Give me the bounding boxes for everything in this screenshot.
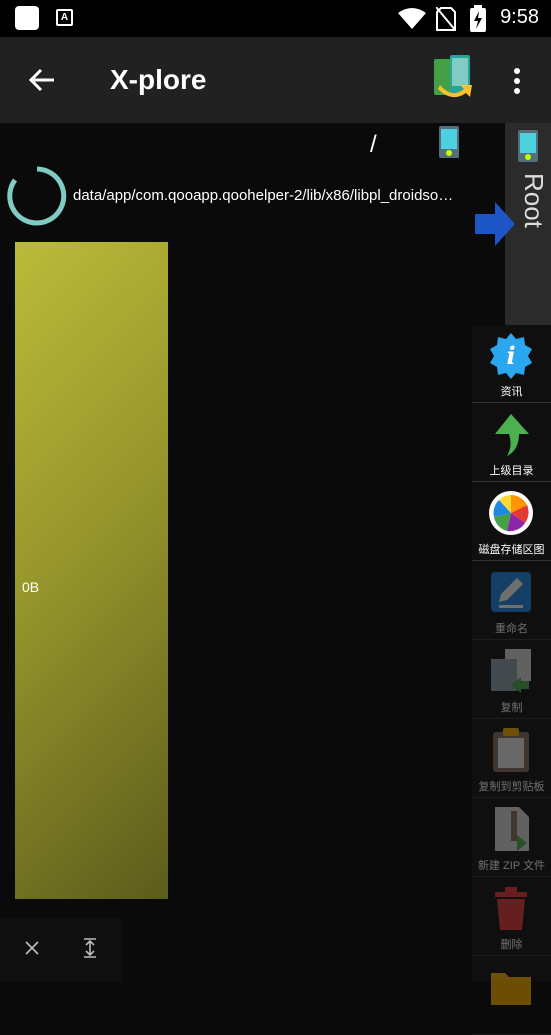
menu-item-label: 复制到剪贴板 [478,781,545,793]
app-bar: X-plore [0,37,551,123]
app-notification-icon [15,6,39,30]
zip-icon [495,807,529,851]
menu-item-folder[interactable] [472,957,551,1035]
panel-switch-icon[interactable] [430,55,474,103]
menu-item-copy[interactable]: 复制 [472,641,551,719]
root-path-separator[interactable]: / [370,131,377,159]
no-sim-icon [436,7,456,31]
menu-item-info[interactable]: i 资讯 [472,325,551,403]
copy-icon [491,649,531,693]
menu-item-new-zip[interactable]: 新建 ZIP 文件 [472,799,551,877]
up-arrow-icon [495,414,529,456]
device-icon[interactable] [438,125,460,159]
close-icon[interactable] [22,938,42,958]
menu-item-parent-dir[interactable]: 上级目录 [472,404,551,482]
menu-item-rename[interactable]: 重命名 [472,562,551,640]
info-icon: i [490,333,532,379]
status-bar: A 9:58 [0,0,551,37]
menu-item-label: 资讯 [500,386,523,398]
menu-item-disk-map[interactable]: 磁盘存储区图 [472,483,551,561]
battery-charging-icon [470,5,486,32]
rename-icon [491,572,531,612]
file-pane: / data/app/com.qooapp.qoohelper-2/lib/x8… [0,123,472,982]
bottom-toolbar [0,918,122,982]
arrow-right-icon[interactable] [473,200,517,248]
menu-item-label: 重命名 [495,623,528,635]
storage-usage-bar[interactable]: 0B [15,242,168,899]
more-options-icon[interactable] [508,67,526,95]
menu-item-label: 删除 [500,939,523,951]
wifi-icon [398,8,426,29]
menu-item-delete[interactable]: 删除 [472,878,551,956]
trash-icon [495,887,527,930]
clock: 9:58 [500,6,539,28]
expand-icon[interactable] [80,937,100,959]
storage-size-label: 0B [22,579,40,595]
side-menu: i 资讯 上级目录 磁盘存储区图 重命名 复制 复制到剪贴板 新建 ZIP 文件… [472,325,551,1035]
menu-item-label: 新建 ZIP 文件 [477,860,546,872]
progress-spinner-icon [7,166,67,226]
menu-item-label: 磁盘存储区图 [478,544,545,556]
device-icon [518,130,538,162]
menu-item-label: 复制 [500,702,523,714]
scanning-path: data/app/com.qooapp.qoohelper-2/lib/x86/… [73,187,454,204]
menu-item-label: 上级目录 [489,465,534,477]
clipboard-icon [493,728,529,772]
folder-icon [491,973,531,1005]
back-arrow-icon[interactable] [26,64,58,96]
svg-text:i: i [506,341,515,370]
app-title: X-plore [110,64,207,95]
font-notification-icon: A [56,9,73,26]
menu-item-copy-clipboard[interactable]: 复制到剪贴板 [472,720,551,798]
pie-chart-icon [489,491,533,535]
